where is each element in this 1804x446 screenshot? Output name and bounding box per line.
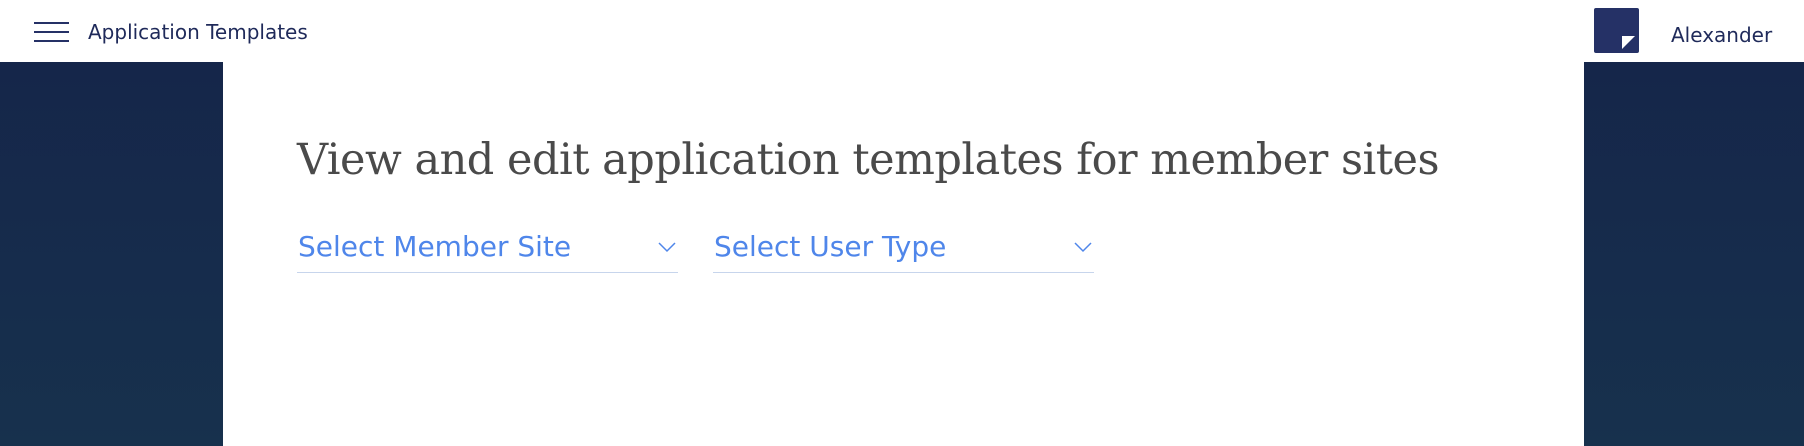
user-type-select-label: Select User Type	[714, 230, 947, 263]
page: Application Templates Alexander View and…	[0, 0, 1804, 446]
page-fold-icon	[1622, 36, 1635, 49]
member-site-select-label: Select Member Site	[298, 230, 572, 263]
user-name[interactable]: Alexander	[1671, 23, 1772, 47]
top-bar: Application Templates Alexander	[0, 0, 1804, 62]
member-site-select[interactable]: Select Member Site	[297, 222, 678, 273]
user-avatar[interactable]	[1594, 8, 1639, 53]
left-background-panel	[0, 62, 223, 446]
main-content: View and edit application templates for …	[223, 62, 1584, 446]
hamburger-menu-icon[interactable]	[34, 22, 69, 44]
chevron-down-icon	[658, 242, 676, 253]
hamburger-line	[34, 22, 69, 24]
user-type-select[interactable]: Select User Type	[713, 222, 1094, 273]
chevron-down-icon	[1074, 242, 1092, 253]
page-heading: View and edit application templates for …	[297, 135, 1440, 185]
right-background-panel	[1584, 62, 1804, 446]
hamburger-line	[34, 31, 69, 33]
app-title: Application Templates	[88, 20, 308, 44]
hamburger-line	[34, 40, 69, 42]
